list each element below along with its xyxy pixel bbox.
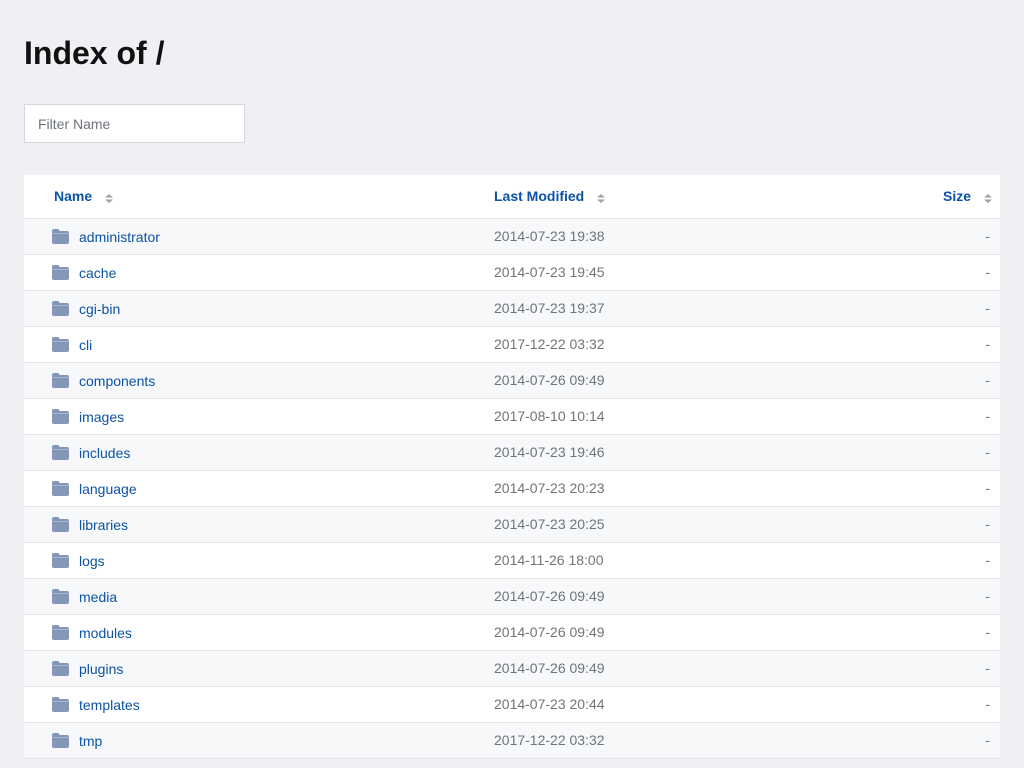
folder-icon — [52, 481, 69, 496]
table-row: tmp 2017-12-22 03:32 - — [24, 723, 1000, 759]
table-body: administrator 2014-07-23 19:38 - cache 2… — [24, 219, 1000, 759]
file-listing-table: Name Last Modified Size administrator 20… — [24, 175, 1000, 759]
folder-link[interactable]: components — [79, 373, 155, 389]
folder-icon — [52, 409, 69, 424]
table-row: cli 2017-12-22 03:32 - — [24, 327, 1000, 363]
table-row: cgi-bin 2014-07-23 19:37 - — [24, 291, 1000, 327]
last-modified-cell: 2017-08-10 10:14 — [494, 408, 605, 424]
sort-by-last-modified-header[interactable]: Last Modified — [494, 188, 606, 204]
folder-link[interactable]: cache — [79, 265, 116, 281]
table-row: templates 2014-07-23 20:44 - — [24, 687, 1000, 723]
sort-arrows-icon — [105, 193, 114, 203]
size-cell: - — [985, 660, 990, 676]
folder-link[interactable]: libraries — [79, 517, 128, 533]
page-title: Index of / — [24, 35, 165, 71]
size-header-label: Size — [942, 188, 971, 204]
folder-icon — [52, 553, 69, 568]
folder-icon — [52, 517, 69, 532]
size-cell: - — [985, 552, 990, 568]
size-cell: - — [985, 480, 990, 496]
filter-name-input[interactable] — [24, 104, 245, 143]
last-modified-cell: 2014-07-26 09:49 — [494, 660, 605, 676]
sort-arrows-icon — [597, 193, 606, 203]
size-cell: - — [985, 408, 990, 424]
sort-by-size-header[interactable]: Size — [943, 188, 992, 204]
last-modified-cell: 2014-07-23 19:46 — [494, 444, 605, 460]
sort-by-name-header[interactable]: Name — [54, 188, 114, 204]
size-cell: - — [985, 228, 990, 244]
folder-link[interactable]: templates — [79, 697, 140, 713]
last-modified-cell: 2017-12-22 03:32 — [494, 336, 605, 352]
table-row: cache 2014-07-23 19:45 - — [24, 255, 1000, 291]
size-cell: - — [985, 732, 990, 748]
table-row: modules 2014-07-26 09:49 - — [24, 615, 1000, 651]
last-modified-cell: 2017-12-22 03:32 — [494, 732, 605, 748]
table-row: plugins 2014-07-26 09:49 - — [24, 651, 1000, 687]
table-row: administrator 2014-07-23 19:38 - — [24, 219, 1000, 255]
folder-icon — [52, 265, 69, 280]
folder-icon — [52, 445, 69, 460]
folder-link[interactable]: includes — [79, 445, 130, 461]
folder-icon — [52, 661, 69, 676]
size-cell: - — [985, 516, 990, 532]
size-cell: - — [985, 588, 990, 604]
table-row: logs 2014-11-26 18:00 - — [24, 543, 1000, 579]
size-cell: - — [985, 300, 990, 316]
folder-link[interactable]: modules — [79, 625, 132, 641]
folder-link[interactable]: logs — [79, 553, 105, 569]
last-modified-cell: 2014-07-26 09:49 — [494, 372, 605, 388]
folder-icon — [52, 733, 69, 748]
table-row: includes 2014-07-23 19:46 - — [24, 435, 1000, 471]
table-row: components 2014-07-26 09:49 - — [24, 363, 1000, 399]
folder-link[interactable]: cgi-bin — [79, 301, 120, 317]
last-modified-cell: 2014-07-26 09:49 — [494, 624, 605, 640]
folder-icon — [52, 373, 69, 388]
last-modified-cell: 2014-11-26 18:00 — [494, 552, 604, 568]
folder-link[interactable]: images — [79, 409, 124, 425]
last-modified-header-label: Last Modified — [494, 188, 585, 204]
last-modified-cell: 2014-07-23 20:25 — [494, 516, 605, 532]
size-cell: - — [985, 696, 990, 712]
last-modified-cell: 2014-07-23 20:44 — [494, 696, 605, 712]
sort-arrows-icon — [984, 193, 992, 203]
table-row: media 2014-07-26 09:49 - — [24, 579, 1000, 615]
folder-link[interactable]: language — [79, 481, 137, 497]
last-modified-cell: 2014-07-23 19:45 — [494, 264, 605, 280]
name-header-label: Name — [54, 188, 93, 204]
folder-icon — [52, 337, 69, 352]
size-cell: - — [985, 264, 990, 280]
table-row: libraries 2014-07-23 20:25 - — [24, 507, 1000, 543]
folder-link[interactable]: plugins — [79, 661, 123, 677]
folder-link[interactable]: tmp — [79, 733, 102, 749]
size-cell: - — [985, 372, 990, 388]
folder-link[interactable]: administrator — [79, 229, 160, 245]
table-row: images 2017-08-10 10:14 - — [24, 399, 1000, 435]
table-header: Name Last Modified Size — [24, 175, 1000, 219]
size-cell: - — [985, 336, 990, 352]
last-modified-cell: 2014-07-23 19:38 — [494, 228, 605, 244]
folder-link[interactable]: cli — [79, 337, 92, 353]
folder-icon — [52, 697, 69, 712]
folder-icon — [52, 229, 69, 244]
folder-link[interactable]: media — [79, 589, 117, 605]
last-modified-cell: 2014-07-23 20:23 — [494, 480, 605, 496]
size-cell: - — [985, 444, 990, 460]
folder-icon — [52, 301, 69, 316]
table-row: language 2014-07-23 20:23 - — [24, 471, 1000, 507]
size-cell: - — [985, 624, 990, 640]
folder-icon — [52, 589, 69, 604]
last-modified-cell: 2014-07-23 19:37 — [494, 300, 605, 316]
folder-icon — [52, 625, 69, 640]
last-modified-cell: 2014-07-26 09:49 — [494, 588, 605, 604]
